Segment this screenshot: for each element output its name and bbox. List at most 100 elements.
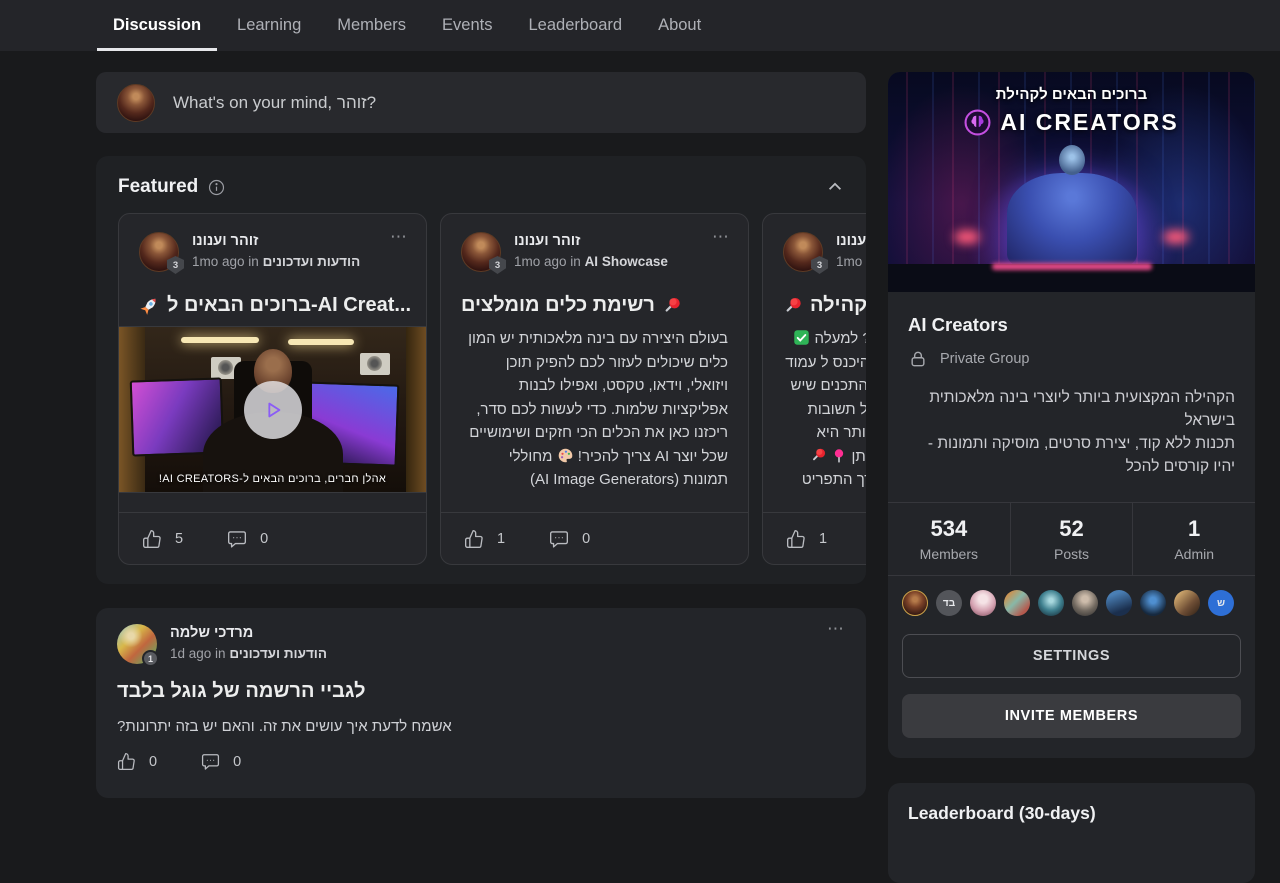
post-body: רוצים לדעת מה עוד קורה פה? למעלה בכל שלב… — [783, 327, 866, 493]
post-time: 1mo ago in — [836, 254, 866, 269]
group-nav: Discussion Learning Members Events Leade… — [0, 0, 1280, 51]
video-thumbnail[interactable]: אהלן חברים, ברוכים הבאים ל-AI CREATORS! — [119, 326, 426, 493]
member-avatar[interactable] — [902, 590, 928, 616]
post-header: 3 זוהר וענונו 1mo ago in הודעות ועדכונים… — [139, 232, 408, 272]
group-banner-image: ברוכים הבאים לקהילת AI CREATORS — [888, 72, 1255, 292]
invite-members-button[interactable]: INVITE MEMBERS — [902, 694, 1241, 738]
more-options-icon[interactable]: ⋯ — [827, 624, 845, 664]
comment-button[interactable]: 0 — [227, 529, 268, 549]
comment-button[interactable]: 0 — [549, 529, 590, 549]
tab-events[interactable]: Events — [442, 0, 492, 51]
author-avatar[interactable]: 3 — [783, 232, 823, 272]
comment-count: 0 — [582, 531, 590, 547]
comment-count: 0 — [233, 754, 241, 770]
post-body-line: אפשר לשאול שאלות וגם לקבל תשובות — [808, 401, 866, 418]
settings-button[interactable]: SETTINGS — [902, 634, 1241, 678]
like-count: 1 — [819, 531, 827, 547]
stat-admin[interactable]: 1 Admin — [1132, 503, 1255, 575]
member-avatar[interactable] — [1106, 590, 1132, 616]
tab-members[interactable]: Members — [337, 0, 406, 51]
info-icon[interactable] — [208, 179, 225, 196]
stat-label: Admin — [1174, 546, 1214, 562]
member-avatar[interactable] — [1038, 590, 1064, 616]
tab-learning[interactable]: Learning — [237, 0, 301, 51]
post-body-line: שם אפשר לראות את רשימת התכנים שיש — [791, 377, 866, 394]
space-name[interactable]: AI Showcase — [585, 254, 668, 269]
like-count: 0 — [149, 754, 157, 770]
space-name[interactable]: הודעות ועדכונים — [229, 646, 327, 661]
author-name[interactable]: זוהר וענונו — [514, 233, 668, 249]
featured-post-card[interactable]: 3 זוהר וענונו 1mo ago in הודעות ועדכונים — [762, 213, 866, 565]
studio-wall-right — [406, 327, 426, 492]
member-avatar[interactable] — [1140, 590, 1166, 616]
like-count: 5 — [175, 531, 183, 547]
tab-leaderboard[interactable]: Leaderboard — [528, 0, 622, 51]
member-avatar[interactable] — [1174, 590, 1200, 616]
post-footer: 0 0 — [117, 752, 845, 771]
author-name[interactable]: מרדכי שלמה — [170, 625, 327, 641]
level-badge: 3 — [811, 256, 828, 274]
featured-header: Featured — [96, 156, 866, 198]
post-time: 1mo ago in — [192, 254, 259, 269]
tab-discussion[interactable]: Discussion — [113, 0, 201, 51]
leaderboard-title: Leaderboard (30-days) — [908, 803, 1235, 824]
author-avatar[interactable]: 3 — [139, 232, 179, 272]
member-avatar[interactable]: ש — [1208, 590, 1234, 616]
member-avatar[interactable]: בד — [936, 590, 962, 616]
post-title-text: חוקי הקהילה — [810, 294, 866, 317]
tab-about[interactable]: About — [658, 0, 701, 51]
feed-column: What's on your mind, זוהר? Featured — [96, 72, 866, 798]
post-body-text: בעולם היצירה עם בינה מלאכותית יש המון כל… — [468, 330, 728, 465]
author-name[interactable]: זוהר וענונו — [836, 233, 866, 249]
member-avatar[interactable] — [1004, 590, 1030, 616]
featured-post-card[interactable]: 3 זוהר וענונו 1mo ago in AI Showcase ⋯ — [440, 213, 749, 565]
featured-title: Featured — [118, 176, 198, 198]
stat-members[interactable]: 534 Members — [888, 503, 1010, 575]
round-pin-icon — [831, 448, 847, 464]
stat-posts[interactable]: 52 Posts — [1010, 503, 1133, 575]
level-badge: 3 — [489, 256, 506, 274]
description-line: הקהילה המקצועית ביותר ליוצרי בינה מלאכות… — [908, 386, 1235, 432]
like-button[interactable]: 1 — [786, 529, 827, 549]
banner-brand-text: AI CREATORS — [1000, 109, 1178, 136]
stat-value: 1 — [1188, 516, 1200, 542]
post-title[interactable]: רשימת כלים מומלצים — [461, 294, 732, 317]
chevron-up-icon[interactable] — [826, 178, 844, 196]
post-title[interactable]: חוקי הקהילה — [783, 294, 866, 317]
post-title[interactable]: ברוכים הבאים ל-AI Creat... — [139, 294, 410, 317]
more-options-icon[interactable]: ⋯ — [390, 232, 408, 272]
current-user-avatar[interactable] — [117, 84, 155, 122]
play-icon[interactable] — [244, 381, 302, 439]
group-info-card: ברוכים הבאים לקהילת AI CREATORS AI Creat… — [888, 72, 1255, 758]
post-meta: 1mo ago in הודעות ועדכונים — [836, 254, 866, 269]
feed-post-card[interactable]: 1 מרדכי שלמה 1d ago in הודעות ועדכונים ⋯… — [96, 608, 866, 798]
like-button[interactable]: 5 — [142, 529, 183, 549]
pushpin-icon — [783, 296, 803, 316]
stat-label: Members — [920, 546, 978, 562]
like-button[interactable]: 1 — [464, 529, 505, 549]
member-avatar[interactable] — [1072, 590, 1098, 616]
author-avatar[interactable]: 1 — [117, 624, 157, 664]
video-caption: אהלן חברים, ברוכים הבאים ל-AI CREATORS! — [119, 473, 426, 485]
palette-icon — [557, 447, 574, 464]
member-avatar[interactable] — [970, 590, 996, 616]
like-count: 1 — [497, 531, 505, 547]
stat-label: Posts — [1054, 546, 1089, 562]
author-avatar[interactable]: 3 — [461, 232, 501, 272]
more-options-icon[interactable]: ⋯ — [712, 232, 730, 272]
author-name[interactable]: זוהר וענונו — [192, 233, 360, 249]
post-composer[interactable]: What's on your mind, זוהר? — [96, 72, 866, 133]
comment-icon — [201, 752, 220, 771]
space-name[interactable]: הודעות ועדכונים — [263, 254, 361, 269]
stat-value: 52 — [1059, 516, 1083, 542]
featured-post-card[interactable]: 3 זוהר וענונו 1mo ago in הודעות ועדכונים… — [118, 213, 427, 565]
comment-button[interactable]: 0 — [201, 752, 241, 771]
post-body-line: כדי להתמצא, הדרך הטובה ביותר היא — [816, 424, 866, 441]
like-button[interactable]: 0 — [117, 752, 157, 771]
post-title[interactable]: לגביי הרשמה של גוגל בלבד — [117, 680, 845, 703]
group-privacy: Private Group — [908, 349, 1235, 369]
banner-figure — [1007, 173, 1137, 269]
lock-icon — [908, 349, 928, 369]
stat-value: 534 — [930, 516, 967, 542]
group-name: AI Creators — [908, 314, 1235, 336]
